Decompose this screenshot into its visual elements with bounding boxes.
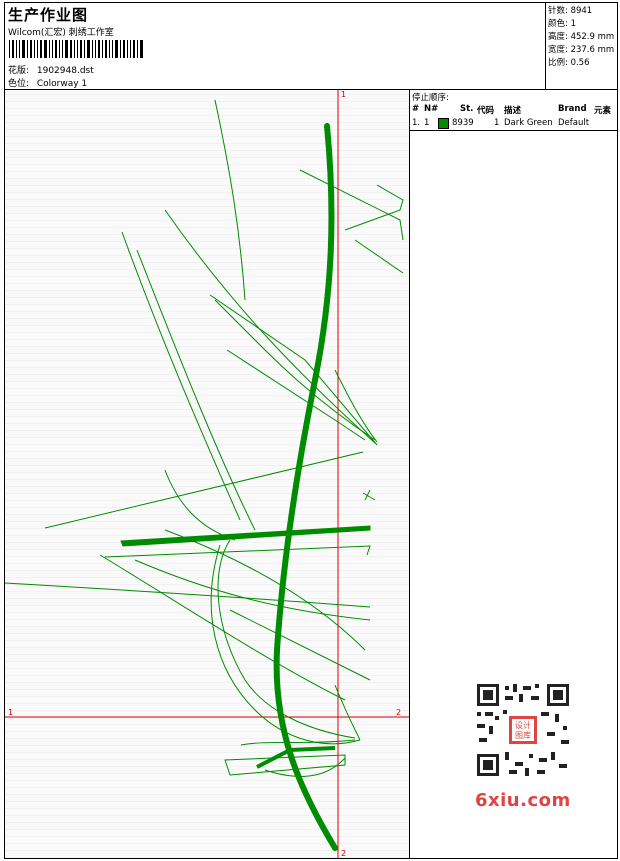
design-name-row: 花版: 1902948.dst [8,63,94,76]
barcode-bar [98,40,100,58]
company-name: Wilcom(汇宏) 刺绣工作室 [8,28,114,38]
svg-text:图库: 图库 [515,730,531,740]
sheet-title: 生产作业图 [8,6,89,24]
embroidery-preview: 1 1 2 2 [5,90,409,858]
barcode-bar [59,40,60,58]
barcode [9,40,145,58]
row-needle: 1 [424,118,430,128]
thin-strokes [5,99,404,777]
row-description: Dark Green [504,118,553,128]
barcode-bar [19,40,20,58]
design-scale: 比例: 0.56 [548,58,590,68]
barcode-bar [112,40,113,58]
colorway-value: Colorway 1 [36,79,88,89]
barcode-bar [84,40,85,58]
barcode-bar [115,40,118,58]
barcode-bar [137,40,138,58]
stitch-paths [5,99,404,851]
qr-code-icon: 设计 图库 [475,682,571,778]
color-count: 颜色: 1 [548,19,576,29]
col-code: 代码 [477,106,495,116]
stitch-count: 针数: 8941 [548,6,593,16]
barcode-bar [92,40,93,58]
barcode-bar [49,40,50,58]
col-needle: N# [424,104,439,114]
barcode-bar [44,40,47,58]
barcode-bar [109,40,110,58]
design-height: 高度: 452.9 mm [548,32,615,42]
barcode-bar [62,40,63,58]
barcode-bar [74,40,75,58]
col-brand: Brand [558,104,587,114]
barcode-bar [127,40,128,58]
barcode-bar [12,40,14,58]
barcode-bar [123,40,125,58]
design-label: 花版: [8,66,30,76]
barcode-bar [95,40,96,58]
barcode-bar [140,40,143,58]
barcode-bar [133,40,135,58]
barcode-bar [102,40,103,58]
horizontal-blade [120,525,371,547]
stop-sequence-header: # N# St. 代码 描述 Brand 元素 [410,102,617,116]
col-num: # [412,104,420,114]
barcode-bar [22,40,25,58]
design-drawing [5,90,409,858]
colorway-label: 色位: [8,79,30,89]
barcode-bar [9,40,10,58]
design-width: 宽度: 237.6 mm [548,45,615,55]
barcode-bar [120,40,121,58]
stats-box: 针数: 8941 颜色: 1 高度: 452.9 mm 宽度: 237.6 mm… [545,3,617,89]
row-code: 1 [494,118,500,128]
watermark-qr: 设计 图库 6xiu.com [467,678,579,820]
barcode-bar [105,40,107,58]
barcode-bar [30,40,32,58]
col-stitches: St. [460,104,474,114]
barcode-bar [87,40,90,58]
barcode-bar [27,40,28,58]
barcode-bar [80,40,82,58]
barcode-bar [40,40,42,58]
sheet-header: 生产作业图 Wilcom(汇宏) 刺绣工作室 花版: 1902948.dst 色… [5,3,617,89]
row-swatch [438,118,449,131]
barcode-bar [52,40,53,58]
colorway-row: 色位: Colorway 1 [8,76,87,89]
col-element: 元素 [594,106,612,116]
guide-marker-top: 1 [341,90,347,99]
design-value: 1902948.dst [36,66,94,76]
watermark-brand: 6xiu.com [475,790,571,811]
barcode-bar [16,40,17,58]
color-swatch [438,118,449,129]
guide-marker-left: 1 [8,708,14,717]
barcode-bar [77,40,78,58]
barcode-bar [70,40,72,58]
barcode-bar [130,40,131,58]
row-num: 1. [412,118,421,128]
row-brand: Default [558,118,590,128]
stop-sequence-row: 1. 1 8939 1 Dark Green Default [410,116,617,131]
barcode-bar [65,40,68,58]
svg-text:设计: 设计 [515,720,531,730]
col-description: 描述 [504,106,522,116]
guide-marker-bottom: 2 [341,849,347,858]
barcode-bar [37,40,38,58]
guide-marker-right: 2 [396,708,402,717]
barcode-bar [34,40,35,58]
row-stitches: 8939 [452,118,474,128]
barcode-bar [55,40,57,58]
